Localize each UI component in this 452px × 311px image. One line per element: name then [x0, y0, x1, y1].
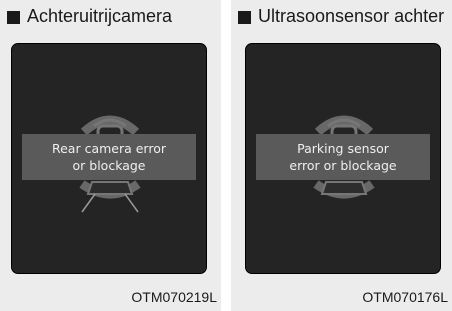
cluster-display: Parking sensor error or blockage: [245, 43, 441, 274]
black-square-icon: [7, 11, 20, 24]
black-square-icon: [238, 11, 251, 24]
figure-code: OTM070176L: [362, 289, 448, 305]
panel-title: Achteruitrijcamera: [27, 6, 173, 26]
warning-message: Parking sensor error or blockage: [256, 134, 430, 180]
panel-rear-camera: Achteruitrijcamera Rear camera error or …: [0, 0, 221, 311]
warning-message-line2: error or blockage: [289, 158, 397, 173]
panel-rear-ultrasonic-sensor: Ultrasoonsensor achter Parking sensor er…: [231, 0, 452, 311]
panel-header: Ultrasoonsensor achter: [238, 6, 448, 26]
cluster-display: Rear camera error or blockage: [11, 43, 207, 274]
panel-header: Achteruitrijcamera: [7, 6, 217, 26]
warning-message-line1: Rear camera error: [51, 141, 167, 156]
warning-message-line1: Parking sensor: [297, 141, 389, 156]
panel-title: Ultrasoonsensor achter: [258, 6, 445, 26]
figure-code: OTM070219L: [131, 289, 217, 305]
warning-message: Rear camera error or blockage: [22, 134, 196, 180]
warning-message-line2: or blockage: [72, 158, 146, 173]
